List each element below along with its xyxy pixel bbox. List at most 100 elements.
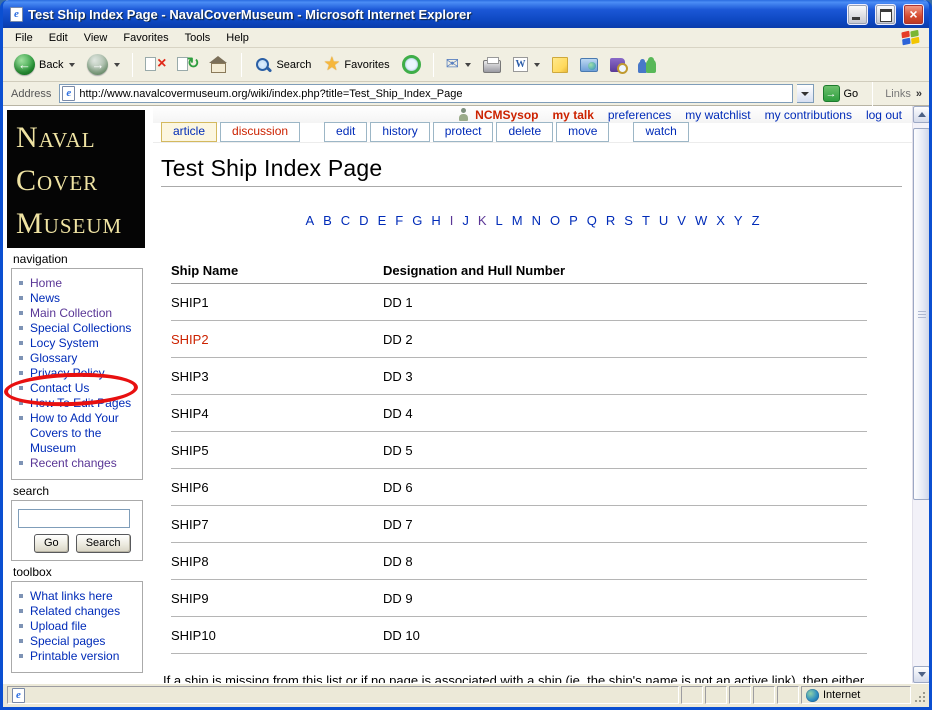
scroll-thumb[interactable]: [913, 128, 929, 500]
stop-button[interactable]: ×: [140, 52, 170, 78]
letter-link-N[interactable]: N: [532, 213, 541, 228]
tab-move[interactable]: move: [556, 122, 610, 142]
letter-link-G[interactable]: G: [412, 213, 422, 228]
history-button[interactable]: [397, 52, 426, 77]
user-link-log-out[interactable]: log out: [866, 108, 902, 122]
letter-link-F[interactable]: F: [395, 213, 403, 228]
menu-favorites[interactable]: Favorites: [115, 30, 176, 46]
tab-article[interactable]: article: [161, 122, 218, 142]
letter-link-S[interactable]: S: [624, 213, 633, 228]
nav-link[interactable]: Recent changes: [30, 456, 117, 470]
refresh-button[interactable]: ↻: [172, 52, 202, 78]
back-button[interactable]: ← Back: [9, 51, 80, 78]
letter-link-Q[interactable]: Q: [587, 213, 597, 228]
user-link-ncmsysop[interactable]: NCMSysop: [475, 108, 538, 122]
sidebar-search-button[interactable]: Search: [75, 534, 131, 553]
ship-name-cell[interactable]: SHIP2: [171, 332, 383, 347]
letter-link-E[interactable]: E: [378, 213, 387, 228]
forward-button[interactable]: →: [82, 51, 125, 78]
toolbox-link[interactable]: Upload file: [30, 619, 87, 633]
menu-tools[interactable]: Tools: [177, 30, 219, 46]
back-caret-icon[interactable]: [69, 62, 76, 67]
research-button[interactable]: [605, 55, 630, 75]
nav-link[interactable]: News: [30, 291, 60, 305]
letter-link-W[interactable]: W: [695, 213, 707, 228]
sidebar-go-button[interactable]: Go: [34, 534, 69, 553]
nav-link[interactable]: Home: [30, 276, 62, 290]
letter-link-Y[interactable]: Y: [734, 213, 743, 228]
letter-link-P[interactable]: P: [569, 213, 578, 228]
tab-edit[interactable]: edit: [324, 122, 368, 142]
messenger-button[interactable]: [632, 53, 662, 77]
user-link-my-watchlist[interactable]: my watchlist: [685, 108, 750, 122]
mail-button[interactable]: ✉: [441, 54, 476, 76]
letter-link-O[interactable]: O: [550, 213, 560, 228]
letter-link-V[interactable]: V: [677, 213, 686, 228]
toolbox-link[interactable]: Special pages: [30, 634, 105, 648]
resize-grip[interactable]: [913, 686, 927, 704]
sidebar-search-input[interactable]: [18, 509, 130, 528]
forward-caret-icon[interactable]: [114, 62, 121, 67]
letter-link-U[interactable]: U: [659, 213, 668, 228]
nav-link[interactable]: Special Collections: [30, 321, 131, 335]
nav-link[interactable]: How To Edit Pages: [30, 396, 131, 410]
toolbox-link[interactable]: Printable version: [30, 649, 119, 663]
letter-link-H[interactable]: H: [431, 213, 440, 228]
tab-delete[interactable]: delete: [496, 122, 554, 142]
letter-link-K[interactable]: K: [478, 213, 487, 228]
table-row: SHIP7 DD 7: [171, 506, 867, 543]
nav-link[interactable]: How to Add Your Covers to the Museum: [30, 411, 119, 455]
minimize-button[interactable]: [847, 3, 868, 25]
letter-link-X[interactable]: X: [716, 213, 725, 228]
letter-link-I[interactable]: I: [450, 213, 454, 228]
letter-link-J[interactable]: J: [462, 213, 469, 228]
letter-link-Z[interactable]: Z: [752, 213, 760, 228]
address-dropdown-button[interactable]: [796, 84, 814, 103]
nav-link[interactable]: Contact Us: [30, 381, 89, 395]
search-button[interactable]: Search: [249, 53, 316, 77]
menu-file[interactable]: File: [7, 30, 41, 46]
address-input[interactable]: e http://www.navalcovermuseum.org/wiki/i…: [59, 84, 793, 103]
letter-link-M[interactable]: M: [512, 213, 523, 228]
web-folder-button[interactable]: [575, 55, 603, 75]
user-link-my-talk[interactable]: my talk: [553, 108, 594, 122]
tab-protect[interactable]: protect: [432, 122, 494, 142]
nav-link[interactable]: Main Collection: [30, 306, 112, 320]
toolbox-link[interactable]: Related changes: [30, 604, 120, 618]
tab-watch[interactable]: watch: [633, 122, 689, 142]
tab-history[interactable]: history: [370, 122, 430, 142]
nav-link[interactable]: Privacy Policy: [30, 366, 105, 380]
letter-link-D[interactable]: D: [359, 213, 368, 228]
letter-link-R[interactable]: R: [606, 213, 615, 228]
close-button[interactable]: ×: [903, 3, 924, 25]
letter-link-C[interactable]: C: [341, 213, 350, 228]
menu-view[interactable]: View: [76, 30, 116, 46]
notes-button[interactable]: [547, 54, 573, 76]
nav-link[interactable]: Locy System: [30, 336, 99, 350]
menu-edit[interactable]: Edit: [41, 30, 76, 46]
maximize-button[interactable]: [875, 3, 896, 25]
print-button[interactable]: [478, 53, 506, 76]
scroll-up-button[interactable]: [913, 106, 929, 123]
favorites-button[interactable]: ★ Favorites: [318, 53, 394, 77]
letter-link-L[interactable]: L: [496, 213, 503, 228]
tab-discussion[interactable]: discussion: [220, 122, 301, 142]
edit-caret-icon[interactable]: [534, 62, 541, 67]
bullet-icon: [19, 461, 23, 465]
user-link-my-contributions[interactable]: my contributions: [765, 108, 852, 122]
letter-link-B[interactable]: B: [323, 213, 332, 228]
home-button[interactable]: [204, 52, 234, 78]
museum-logo[interactable]: Naval Cover Museum: [7, 110, 145, 248]
edit-word-button[interactable]: W: [508, 54, 545, 75]
go-button[interactable]: → Go: [818, 84, 864, 103]
user-link-preferences[interactable]: preferences: [608, 108, 671, 122]
nav-link[interactable]: Glossary: [30, 351, 77, 365]
mail-caret-icon[interactable]: [465, 62, 472, 67]
content-scrollbar[interactable]: [912, 106, 929, 683]
toolbox-link[interactable]: What links here: [30, 589, 113, 603]
letter-link-T[interactable]: T: [642, 213, 650, 228]
menu-help[interactable]: Help: [218, 30, 257, 46]
scroll-down-button[interactable]: [913, 666, 929, 683]
links-menu[interactable]: Links »: [882, 88, 925, 100]
letter-link-A[interactable]: A: [305, 213, 314, 228]
